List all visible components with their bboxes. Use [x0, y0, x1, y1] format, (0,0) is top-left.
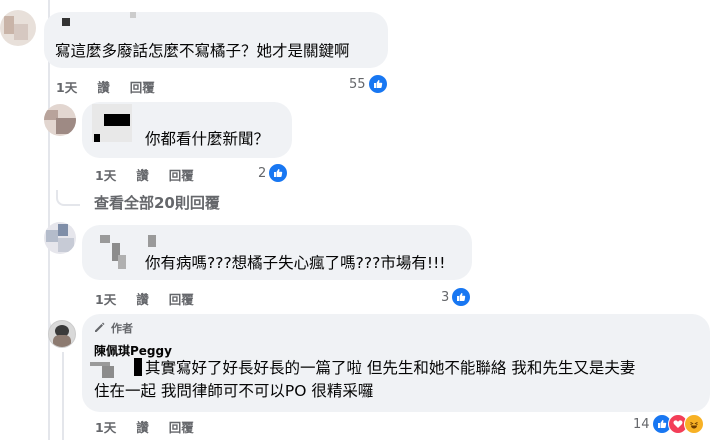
- like-button[interactable]: 讚: [136, 292, 149, 307]
- avatar[interactable]: [48, 320, 76, 348]
- comment-text-line-1: 其實寫好了好長好長的一篇了啦 但先生和她不能聯絡 我和先生又是夫妻: [145, 359, 636, 377]
- comment-text: 寫這麼多廢話怎麼不寫橘子？她才是關鍵啊: [55, 42, 350, 60]
- comment-time[interactable]: 1天: [56, 80, 77, 95]
- like-icon: [451, 287, 472, 307]
- comment-actions: 1天 讚 回覆: [56, 77, 175, 96]
- comment-bubble: 你都看什麼新聞？: [82, 102, 292, 158]
- comment-time[interactable]: 1天: [95, 420, 116, 435]
- like-button[interactable]: 讚: [136, 168, 149, 183]
- avatar[interactable]: [44, 222, 76, 254]
- reply-button[interactable]: 回覆: [130, 80, 155, 95]
- reaction-count: 55: [349, 76, 366, 92]
- comment-text-line-2: 住在一起 我問律師可不可以PO 很精采囉: [94, 382, 374, 400]
- avatar[interactable]: [44, 104, 76, 136]
- comment-bubble: 寫這麼多廢話怎麼不寫橘子？她才是關鍵啊: [44, 12, 388, 68]
- reaction-summary[interactable]: 55: [349, 74, 388, 94]
- view-more-replies-label: 查看全部20則回覆: [94, 194, 220, 212]
- comment-actions: 1天 讚 回覆: [95, 165, 214, 184]
- comment-time[interactable]: 1天: [95, 168, 116, 183]
- haha-icon: [683, 414, 704, 434]
- reaction-count: 2: [258, 165, 267, 181]
- like-icon: [367, 74, 388, 94]
- comment-time[interactable]: 1天: [95, 292, 116, 307]
- comment-bubble: 作者 陳佩琪Peggy 其實寫好了好長好長的一篇了啦 但先生和她不能聯絡 我和先…: [82, 314, 710, 412]
- author-badge: 作者: [94, 320, 133, 336]
- reply-arrow-icon: [56, 189, 80, 206]
- thread-line: [62, 352, 64, 440]
- like-icon: [268, 163, 289, 183]
- comment-bubble: 你有病嗎???想橘子失心瘋了嗎???市場有!!!: [82, 225, 472, 280]
- like-button[interactable]: 讚: [97, 80, 110, 95]
- reaction-count: 3: [441, 289, 450, 305]
- reply-button[interactable]: 回覆: [169, 168, 194, 183]
- comment-actions: 1天 讚 回覆: [95, 417, 214, 436]
- reaction-summary[interactable]: 3: [441, 287, 472, 307]
- author-badge-label: 作者: [111, 322, 133, 335]
- reaction-summary[interactable]: 14: [633, 414, 704, 434]
- reply-button[interactable]: 回覆: [169, 292, 194, 307]
- reaction-count: 14: [633, 416, 650, 432]
- pencil-icon: [94, 321, 106, 336]
- reaction-summary[interactable]: 2: [258, 163, 289, 183]
- reply-button[interactable]: 回覆: [169, 420, 194, 435]
- comment-actions: 1天 讚 回覆: [95, 289, 214, 308]
- view-more-replies[interactable]: 查看全部20則回覆: [56, 189, 220, 213]
- like-button[interactable]: 讚: [136, 420, 149, 435]
- comment-text: 你有病嗎???想橘子失心瘋了嗎???市場有!!!: [145, 254, 446, 272]
- avatar[interactable]: [0, 10, 36, 46]
- comment-text: 你都看什麼新聞？: [145, 130, 270, 148]
